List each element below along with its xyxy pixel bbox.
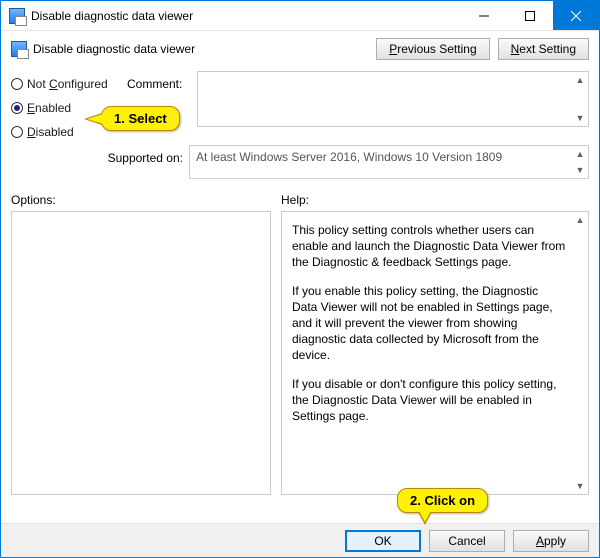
help-text: If you enable this policy setting, the D… (292, 283, 566, 364)
window-title: Disable diagnostic data viewer (31, 9, 461, 23)
next-setting-button[interactable]: Next Setting (498, 38, 589, 60)
options-pane (11, 211, 271, 495)
gpo-icon (9, 8, 25, 24)
scroll-down-icon[interactable]: ▼ (572, 110, 588, 126)
radio-icon (11, 78, 23, 90)
state-label: Enabled (27, 101, 71, 115)
help-text: If you disable or don't configure this p… (292, 376, 566, 425)
state-not-configured[interactable]: Not Configured (11, 77, 123, 91)
radio-icon (11, 102, 23, 114)
annotation-click-on: 2. Click on (397, 488, 488, 513)
supported-on-value-box: At least Windows Server 2016, Windows 10… (189, 145, 589, 179)
state-label: Not Configured (27, 77, 108, 91)
scroll-up-icon[interactable]: ▲ (572, 212, 588, 228)
supported-on-value: At least Windows Server 2016, Windows 10… (196, 150, 502, 164)
scroll-down-icon: ▼ (572, 162, 588, 178)
radio-icon (11, 126, 23, 138)
window-titlebar: Disable diagnostic data viewer (1, 1, 599, 31)
help-text: This policy setting controls whether use… (292, 222, 566, 271)
help-pane: This policy setting controls whether use… (281, 211, 589, 495)
scroll-up-icon[interactable]: ▲ (572, 72, 588, 88)
policy-title: Disable diagnostic data viewer (33, 42, 376, 56)
scrollbar: ▲ ▼ (572, 146, 588, 178)
policy-header: Disable diagnostic data viewer Previous … (1, 31, 599, 67)
apply-button[interactable]: Apply (513, 530, 589, 552)
state-label: Disabled (27, 125, 74, 139)
scrollbar[interactable]: ▲ ▼ (572, 72, 588, 126)
window-close-button[interactable] (553, 1, 599, 30)
help-label: Help: (271, 193, 589, 207)
previous-setting-button[interactable]: Previous Setting (376, 38, 489, 60)
options-label: Options: (11, 193, 271, 207)
minimize-icon (479, 11, 489, 21)
scrollbar[interactable]: ▲ ▼ (572, 212, 588, 494)
comment-input[interactable]: ▲ ▼ (197, 71, 589, 127)
scroll-down-icon[interactable]: ▼ (572, 478, 588, 494)
scroll-up-icon: ▲ (572, 146, 588, 162)
window-minimize-button[interactable] (461, 1, 507, 30)
maximize-icon (525, 11, 535, 21)
cancel-button[interactable]: Cancel (429, 530, 505, 552)
annotation-select: 1. Select (101, 106, 180, 131)
ok-button[interactable]: OK (345, 530, 421, 552)
window-maximize-button[interactable] (507, 1, 553, 30)
close-icon (571, 11, 581, 21)
supported-on-label: Supported on: (11, 145, 189, 179)
gpo-icon (11, 41, 27, 57)
dialog-footer: OK Cancel Apply (1, 523, 599, 557)
